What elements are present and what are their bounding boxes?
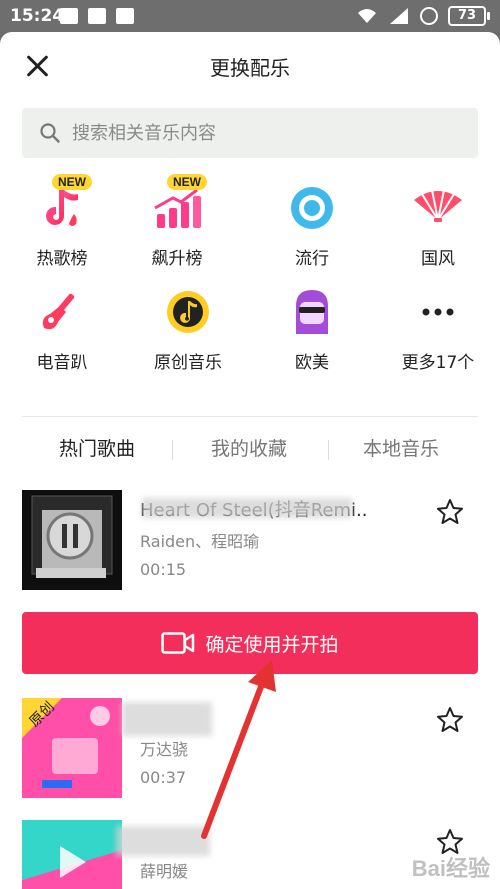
chinese-fan-icon	[410, 180, 466, 236]
category-electronic[interactable]: 电音趴	[7, 284, 117, 373]
page-title: 更换配乐	[210, 56, 290, 80]
watermark: Bai经验	[411, 856, 490, 881]
song-artist: Raiden、程昭瑜	[140, 532, 260, 551]
upload-notification-icon	[60, 8, 78, 24]
new-badge: NEW	[167, 174, 207, 190]
category-label: 电音趴	[36, 353, 88, 373]
search-icon	[40, 123, 60, 143]
status-time: 15:24	[10, 6, 65, 26]
image-notification-icon	[88, 8, 106, 24]
album-cover[interactable]: 原创	[22, 698, 122, 798]
category-label: 热歌榜	[36, 249, 88, 269]
category-label: 流行	[295, 249, 329, 269]
confirm-button-label: 确定使用并开拍	[205, 633, 339, 656]
category-western[interactable]: 欧美	[257, 284, 367, 373]
category-label: 原创音乐	[154, 353, 222, 373]
rising-chart-icon: NEW	[149, 174, 207, 236]
album-cover[interactable]	[22, 490, 122, 590]
western-icon	[284, 284, 340, 340]
wifi-icon	[358, 9, 376, 23]
privacy-blur	[116, 826, 210, 856]
song-artist: 薛明媛	[140, 862, 189, 881]
music-picker-sheet: 更换配乐 NEW 热歌榜	[0, 32, 500, 889]
privacy-blur	[142, 498, 352, 518]
divider	[22, 416, 478, 417]
tab-hot-songs[interactable]: 热门歌曲	[14, 434, 180, 461]
category-original-music[interactable]: 原创音乐	[133, 284, 243, 373]
search-bar[interactable]	[22, 108, 478, 158]
original-music-icon	[160, 284, 216, 340]
video-camera-icon	[161, 632, 195, 654]
battery-icon: 73	[448, 6, 490, 26]
tab-my-favorites[interactable]: 我的收藏	[166, 434, 332, 461]
song-item[interactable]: Heart Of Steel(抖音Remi.. Raiden、程昭瑜 00:15	[22, 490, 478, 590]
more-dots-icon	[410, 284, 466, 340]
category-label: 欧美	[295, 353, 329, 373]
song-item[interactable]: 薛明媛	[22, 820, 478, 889]
privacy-blur	[122, 702, 212, 736]
bag-notification-icon	[116, 8, 134, 24]
song-duration: 00:15	[140, 560, 187, 579]
category-pop[interactable]: 流行	[257, 180, 367, 269]
album-cover[interactable]	[22, 820, 122, 889]
category-hot-chart[interactable]: NEW 热歌榜	[7, 174, 117, 269]
header: 更换配乐	[0, 32, 500, 100]
song-item[interactable]: 原创 万达骁 00:37	[22, 698, 478, 798]
song-duration: 00:37	[140, 768, 187, 787]
category-label: 更多17个	[401, 353, 475, 373]
pop-icon	[284, 180, 340, 236]
favorite-star-icon[interactable]	[436, 498, 464, 526]
battery-level: 73	[448, 6, 486, 26]
hot-chart-icon: NEW	[34, 174, 92, 236]
confirm-use-button[interactable]: 确定使用并开拍	[22, 612, 478, 674]
category-more[interactable]: 更多17个	[383, 284, 493, 373]
tab-local-music[interactable]: 本地音乐	[318, 434, 484, 461]
category-label: 国风	[421, 249, 455, 269]
category-rising-chart[interactable]: NEW 飙升榜	[122, 174, 232, 269]
song-artist: 万达骁	[140, 740, 189, 759]
category-label: 飙升榜	[151, 249, 203, 269]
category-chinese-style[interactable]: 国风	[383, 180, 493, 269]
new-badge: NEW	[52, 174, 92, 190]
tab-bar: 热门歌曲 我的收藏 本地音乐	[0, 430, 500, 470]
status-bar: 15:24 73	[0, 0, 500, 32]
signal-icon	[390, 8, 408, 24]
electric-guitar-icon	[34, 284, 90, 340]
data-saver-icon	[420, 7, 438, 25]
favorite-star-icon[interactable]	[436, 706, 464, 734]
search-input[interactable]	[72, 122, 432, 144]
